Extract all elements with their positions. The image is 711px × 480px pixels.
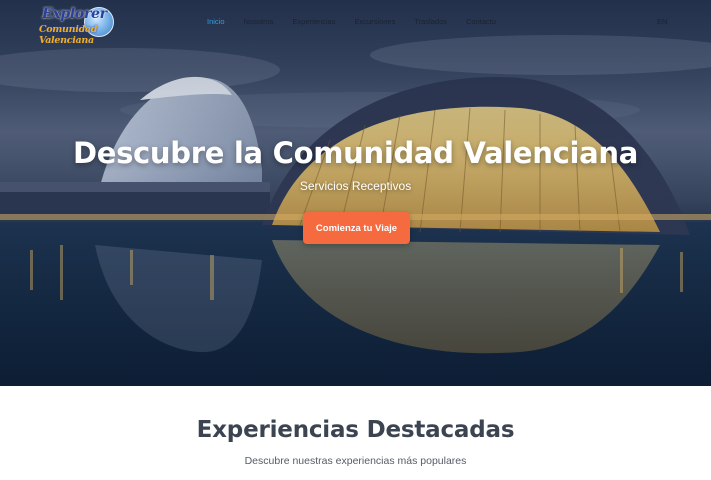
top-navigation: Explorer Comunidad Valenciana Inicio Nos… (0, 0, 711, 46)
featured-section-title: Experiencias Destacadas (196, 417, 515, 443)
hero-title: Descubre la Comunidad Valenciana (72, 136, 639, 170)
nav-link-excursiones[interactable]: Excursiones (354, 17, 395, 26)
hero-section: Explorer Comunidad Valenciana Inicio Nos… (0, 0, 711, 386)
logo-text-region: Comunidad Valenciana (39, 24, 98, 46)
nav-link-inicio[interactable]: Inicio (207, 17, 225, 26)
nav-link-traslados[interactable]: Traslados (414, 17, 447, 26)
hero-overlay (0, 0, 711, 386)
site-logo[interactable]: Explorer Comunidad Valenciana (38, 5, 120, 46)
logo-text-explorer: Explorer (42, 6, 107, 22)
nav-link-contacto[interactable]: Contacto (466, 17, 496, 26)
start-journey-button[interactable]: Comienza tu Viaje (303, 212, 410, 244)
featured-section-subtitle: Descubre nuestras experiencias más popul… (244, 455, 467, 467)
nav-link-nosotros[interactable]: Nosotros (244, 17, 274, 26)
hero-subtitle: Servicios Receptivos (299, 179, 412, 193)
nav-link-experiencias[interactable]: Experiencias (293, 17, 336, 26)
language-switcher[interactable]: EN (657, 17, 667, 26)
main-menu: Inicio Nosotros Experiencias Excursiones… (207, 17, 515, 26)
